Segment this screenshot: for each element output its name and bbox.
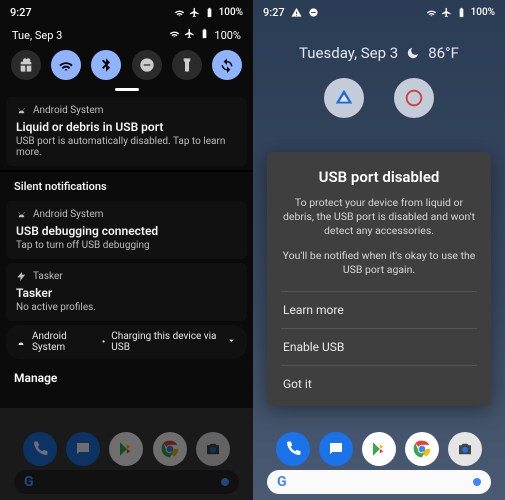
phone-right: 9:27 100% Tuesday, Sep 3 86°F USB port d… bbox=[253, 0, 505, 500]
qs-tile-dnd[interactable] bbox=[132, 50, 162, 80]
phone-left: 9:27 100% Tue, Sep 3 100% bbox=[0, 0, 253, 500]
assistant-icon[interactable] bbox=[473, 478, 481, 486]
app-camera[interactable] bbox=[196, 432, 230, 466]
notif-title: USB debugging connected bbox=[16, 224, 237, 238]
dock bbox=[253, 432, 505, 466]
qs-tile-wifi[interactable] bbox=[51, 50, 81, 80]
notification-charging[interactable]: Android System • Charging this device vi… bbox=[6, 325, 247, 359]
dialog-body-2: You'll be notified when it's okay to use… bbox=[281, 249, 477, 277]
dialog-enable-usb-button[interactable]: Enable USB bbox=[281, 328, 477, 365]
airplane-icon bbox=[189, 7, 200, 18]
warning-icon bbox=[291, 7, 302, 18]
search-pill[interactable]: G bbox=[14, 470, 239, 494]
app-chrome[interactable] bbox=[153, 432, 187, 466]
notif-title: Tasker bbox=[16, 286, 237, 300]
status-time: 9:27 bbox=[263, 6, 285, 19]
dialog-learn-more-button[interactable]: Learn more bbox=[281, 291, 477, 328]
app-play-store[interactable] bbox=[109, 432, 143, 466]
dialog-got-it-button[interactable]: Got it bbox=[281, 365, 477, 402]
qs-tile-bluetooth[interactable] bbox=[91, 50, 121, 80]
google-logo: G bbox=[277, 474, 287, 490]
dnd-icon bbox=[308, 7, 319, 18]
battery-icon bbox=[204, 7, 215, 18]
qs-tile-autorotate[interactable] bbox=[212, 50, 242, 80]
qs-tile-gift[interactable] bbox=[11, 50, 41, 80]
foot-text: Charging this device via USB bbox=[111, 331, 226, 353]
home-widgets bbox=[253, 78, 505, 118]
shade-date: Tue, Sep 3 bbox=[12, 29, 62, 42]
app-phone[interactable] bbox=[23, 432, 57, 466]
app-chrome[interactable] bbox=[405, 432, 439, 466]
google-logo: G bbox=[24, 474, 34, 490]
app-messages[interactable] bbox=[319, 432, 353, 466]
dialog-title: USB port disabled bbox=[281, 168, 477, 186]
notification-usb-debugging[interactable]: Android System USB debugging connected T… bbox=[6, 201, 247, 259]
notif-sub: Tap to turn off USB debugging bbox=[16, 240, 237, 251]
home-dim: G bbox=[0, 408, 253, 500]
android-auto-widget[interactable] bbox=[324, 78, 364, 118]
search-pill[interactable]: G bbox=[267, 470, 491, 494]
shade-handle[interactable] bbox=[115, 88, 139, 91]
app-phone[interactable] bbox=[276, 432, 310, 466]
circle-widget[interactable] bbox=[394, 78, 434, 118]
home-date: Tuesday, Sep 3 bbox=[299, 44, 398, 62]
wifi-icon bbox=[426, 7, 437, 18]
app-play-store[interactable] bbox=[362, 432, 396, 466]
airplane-icon bbox=[441, 7, 452, 18]
home-date-row[interactable]: Tuesday, Sep 3 86°F bbox=[253, 22, 505, 64]
battery-percent: 100% bbox=[471, 7, 495, 18]
shade-date-row: Tue, Sep 3 100% bbox=[0, 22, 253, 46]
qs-tile-flashlight[interactable] bbox=[172, 50, 202, 80]
dialog-body-1: To protect your device from liquid or de… bbox=[281, 196, 477, 239]
app-messages[interactable] bbox=[66, 432, 100, 466]
notif-sub: No active profiles. bbox=[16, 302, 237, 313]
notification-tasker[interactable]: Tasker Tasker No active profiles. bbox=[6, 263, 247, 321]
airplane-icon bbox=[184, 28, 195, 42]
battery-icon bbox=[199, 28, 210, 42]
usb-dialog: USB port disabled To protect your device… bbox=[267, 152, 491, 406]
assistant-icon[interactable] bbox=[221, 478, 229, 486]
notif-app: Tasker bbox=[33, 271, 63, 282]
battery-percent: 100% bbox=[214, 29, 241, 42]
foot-app: Android System bbox=[32, 331, 96, 353]
silent-notifications-label: Silent notifications bbox=[0, 170, 253, 197]
app-camera[interactable] bbox=[448, 432, 482, 466]
moon-icon bbox=[406, 46, 420, 60]
notif-app: Android System bbox=[33, 209, 103, 220]
quick-settings bbox=[0, 46, 253, 86]
manage-button[interactable]: Manage bbox=[0, 363, 253, 395]
battery-icon bbox=[456, 7, 467, 18]
notification-usb-port[interactable]: Android System Liquid or debris in USB p… bbox=[6, 97, 247, 166]
status-bar: 9:27 100% bbox=[0, 0, 253, 22]
battery-percent: 100% bbox=[219, 7, 243, 18]
notif-title: Liquid or debris in USB port bbox=[16, 120, 237, 134]
chevron-down-icon[interactable] bbox=[226, 335, 237, 349]
wifi-icon bbox=[169, 28, 180, 42]
status-bar: 9:27 100% bbox=[253, 0, 505, 22]
wifi-icon bbox=[174, 7, 185, 18]
notif-app: Android System bbox=[33, 105, 103, 116]
notif-sub: USB port is automatically disabled. Tap … bbox=[16, 136, 237, 158]
home-temp: 86°F bbox=[428, 44, 459, 62]
status-time: 9:27 bbox=[10, 6, 32, 19]
